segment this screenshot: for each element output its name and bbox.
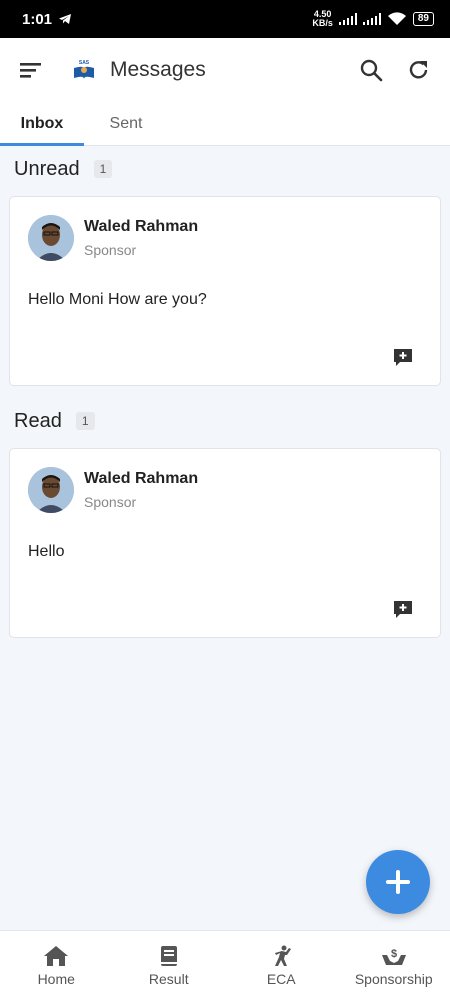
telegram-icon xyxy=(59,14,72,24)
tab-inbox[interactable]: Inbox xyxy=(0,102,84,146)
speed-unit: KB/s xyxy=(312,18,333,28)
status-right: 4.50 KB/s 89 xyxy=(312,10,434,28)
home-icon xyxy=(44,945,69,966)
bottom-nav: Home Result ECA $ Sponsorship xyxy=(0,930,450,1000)
svg-text:$: $ xyxy=(391,948,397,960)
search-icon[interactable] xyxy=(358,57,384,83)
plus-icon xyxy=(386,870,410,894)
message-card[interactable]: Waled Rahman Sponsor Hello xyxy=(9,448,441,638)
compose-button[interactable] xyxy=(366,850,430,914)
tab-bar: Inbox Sent xyxy=(0,102,450,146)
page-title: Messages xyxy=(110,58,206,81)
section-read-header: Read 1 xyxy=(0,398,450,444)
app-bar-actions xyxy=(358,57,432,83)
count-badge: 1 xyxy=(75,412,95,430)
battery-indicator: 89 xyxy=(412,12,434,26)
signal-icon xyxy=(338,13,357,25)
svg-text:SAS: SAS xyxy=(79,60,90,66)
app-logo: SAS xyxy=(70,56,98,84)
nav-item-home[interactable]: Home xyxy=(0,931,113,1000)
refresh-icon[interactable] xyxy=(406,57,432,83)
sender-role: Sponsor xyxy=(84,494,137,510)
message-body: Hello Moni How are you? xyxy=(28,291,207,308)
nav-label: Result xyxy=(148,970,189,987)
sponsorship-icon: $ xyxy=(381,948,406,965)
message-body: Hello xyxy=(28,543,65,560)
sender-info: Waled Rahman Sponsor xyxy=(84,218,198,258)
nav-label: Sponsorship xyxy=(354,970,433,987)
wifi-icon xyxy=(387,12,406,25)
activity-icon xyxy=(275,945,292,966)
section-title: Unread xyxy=(14,157,80,180)
sender-info: Waled Rahman Sponsor xyxy=(84,470,198,510)
nav-label: Home xyxy=(37,970,75,987)
sender-role: Sponsor xyxy=(84,242,137,258)
status-left: 1:01 xyxy=(22,11,72,28)
avatar xyxy=(28,467,74,513)
sender-row: Waled Rahman Sponsor xyxy=(28,215,422,261)
network-speed: 4.50 KB/s xyxy=(312,10,333,28)
book-icon xyxy=(160,945,177,966)
reply-icon[interactable] xyxy=(392,599,414,621)
status-bar: 1:01 4.50 KB/s 89 xyxy=(0,0,450,38)
nav-item-eca[interactable]: ECA xyxy=(225,931,338,1000)
sender-row: Waled Rahman Sponsor xyxy=(28,467,422,513)
status-time: 1:01 xyxy=(22,10,53,28)
app-bar: SAS Messages xyxy=(0,38,450,102)
count-badge: 1 xyxy=(93,160,113,178)
nav-item-result[interactable]: Result xyxy=(113,931,226,1000)
nav-label: ECA xyxy=(266,970,296,987)
section-unread-header: Unread 1 xyxy=(0,146,450,192)
signal-icon-2 xyxy=(362,13,381,25)
section-title: Read xyxy=(14,409,62,432)
avatar xyxy=(28,215,74,261)
sender-name: Waled Rahman xyxy=(84,218,199,235)
tab-sent[interactable]: Sent xyxy=(84,102,168,145)
reply-icon[interactable] xyxy=(392,347,414,369)
sender-name: Waled Rahman xyxy=(84,470,199,487)
nav-item-sponsorship[interactable]: $ Sponsorship xyxy=(338,931,450,1000)
message-card[interactable]: Waled Rahman Sponsor Hello Moni How are … xyxy=(9,196,441,386)
menu-icon[interactable] xyxy=(18,57,44,83)
